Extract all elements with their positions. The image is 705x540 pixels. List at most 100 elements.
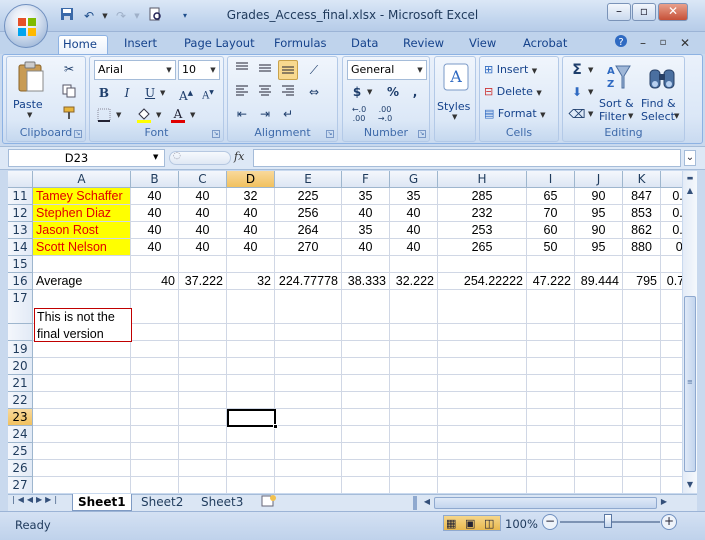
value-cell-f[interactable]: 38.333: [342, 273, 389, 289]
row-header-16[interactable]: 16: [8, 273, 33, 290]
orientation-icon[interactable]: ⟋: [304, 60, 324, 80]
row-header-22[interactable]: 22: [8, 392, 33, 409]
autosum-dropdown-icon[interactable]: ▼: [588, 66, 593, 74]
value-cell-d[interactable]: 40: [227, 205, 274, 221]
scroll-down-icon[interactable]: ▼: [683, 478, 697, 492]
sheet-tab-sheet1[interactable]: Sheet1: [72, 494, 132, 511]
align-bottom-icon[interactable]: [278, 60, 298, 80]
row-header-17[interactable]: 17: [8, 290, 33, 324]
column-header-i[interactable]: I: [527, 171, 575, 188]
zoom-level[interactable]: 100%: [505, 517, 538, 531]
value-cell-k[interactable]: 847: [623, 188, 660, 204]
value-cell-c[interactable]: 37.222: [179, 273, 226, 289]
column-header-c[interactable]: C: [179, 171, 227, 188]
align-top-icon[interactable]: [232, 60, 252, 80]
active-cell-border[interactable]: [227, 409, 276, 427]
expand-formula-bar-icon[interactable]: ⌄: [684, 150, 696, 166]
value-cell-f[interactable]: 40: [342, 205, 389, 221]
ribbon-minimize-icon[interactable]: –: [634, 34, 652, 52]
value-cell-i[interactable]: 47.222: [527, 273, 574, 289]
font-size-select[interactable]: 10 ▼: [178, 60, 220, 80]
value-cell-k[interactable]: 880: [623, 239, 660, 255]
split-box-icon[interactable]: ▬: [683, 171, 697, 185]
student-name-cell[interactable]: Scott Nelson: [33, 239, 130, 255]
zoom-in-icon[interactable]: +: [661, 514, 677, 530]
clipboard-launcher-icon[interactable]: ↘: [74, 130, 82, 138]
number-format-select[interactable]: General ▼: [347, 60, 427, 80]
row-header-23[interactable]: 23: [8, 409, 33, 426]
value-cell-d[interactable]: 32: [227, 188, 274, 204]
clear-dropdown-icon[interactable]: ▼: [588, 110, 593, 118]
cut-icon[interactable]: ✂: [59, 59, 79, 79]
row-header-14[interactable]: 14: [8, 239, 33, 256]
maximize-button[interactable]: ▫: [632, 3, 656, 21]
fill-color-icon[interactable]: [134, 105, 154, 125]
underline-dropdown-icon[interactable]: ▼: [160, 89, 165, 97]
value-cell-d[interactable]: 40: [227, 239, 274, 255]
value-cell-i[interactable]: 50: [527, 239, 574, 255]
styles-dropdown-icon[interactable]: ▼: [452, 113, 457, 121]
column-header-h[interactable]: H: [438, 171, 527, 188]
fill-handle[interactable]: [273, 424, 278, 429]
value-cell-b[interactable]: 40: [131, 273, 178, 289]
value-cell-h[interactable]: 265: [438, 239, 526, 255]
format-painter-icon[interactable]: [59, 103, 79, 123]
value-cell-c[interactable]: 40: [179, 188, 226, 204]
value-cell-h[interactable]: 253: [438, 222, 526, 238]
value-cell-i[interactable]: 70: [527, 205, 574, 221]
font-launcher-icon[interactable]: ↘: [212, 130, 220, 138]
value-cell-j[interactable]: 90: [575, 222, 622, 238]
value-cell-f[interactable]: 35: [342, 188, 389, 204]
value-cell-e[interactable]: 264: [275, 222, 341, 238]
value-cell-j[interactable]: 90: [575, 188, 622, 204]
save-icon[interactable]: [58, 7, 76, 25]
name-box-dropdown-icon[interactable]: ▼: [153, 153, 158, 161]
value-cell-e[interactable]: 270: [275, 239, 341, 255]
row-header-19[interactable]: 19: [8, 341, 33, 358]
select-all-corner[interactable]: [8, 171, 33, 188]
value-cell-h[interactable]: 285: [438, 188, 526, 204]
value-cell-k[interactable]: 853: [623, 205, 660, 221]
insert-function-icon[interactable]: fx: [234, 150, 244, 163]
help-icon[interactable]: ?: [612, 34, 630, 52]
row-header-12[interactable]: 12: [8, 205, 33, 222]
value-cell-b[interactable]: 40: [131, 222, 178, 238]
fill-dropdown-icon[interactable]: ▼: [588, 88, 593, 96]
first-sheet-icon[interactable]: |◀: [12, 495, 27, 504]
value-cell-d[interactable]: 32: [227, 273, 274, 289]
tab-data[interactable]: Data: [347, 35, 382, 54]
tab-split-handle[interactable]: [413, 496, 417, 510]
currency-icon[interactable]: $: [347, 82, 367, 102]
row-header-18[interactable]: 18: [8, 324, 33, 356]
borders-dropdown-icon[interactable]: ▼: [116, 111, 121, 119]
row-header-27[interactable]: 27: [8, 477, 33, 493]
column-header-d[interactable]: D: [227, 171, 275, 188]
tab-formulas[interactable]: Formulas: [270, 35, 331, 54]
alignment-launcher-icon[interactable]: ↘: [326, 130, 334, 138]
column-header-g[interactable]: G: [390, 171, 438, 188]
font-name-select[interactable]: Arial ▼: [94, 60, 176, 80]
prev-sheet-icon[interactable]: ◀: [27, 495, 36, 504]
paste-button[interactable]: Paste ▼: [11, 59, 51, 119]
value-cell-l[interactable]: 0.84: [661, 188, 682, 204]
zoom-slider-thumb[interactable]: [604, 514, 612, 528]
merge-center-icon[interactable]: ⇔: [304, 82, 324, 102]
value-cell-j[interactable]: 95: [575, 205, 622, 221]
fill-icon[interactable]: ⬇: [567, 82, 587, 102]
value-cell-g[interactable]: 40: [390, 239, 437, 255]
delete-cells-button[interactable]: ⊟ Delete ▼: [484, 84, 542, 101]
workbook-close-icon[interactable]: ✕: [676, 34, 694, 52]
tab-page-layout[interactable]: Page Layout: [180, 35, 259, 54]
tab-review[interactable]: Review: [399, 35, 448, 54]
value-cell-k[interactable]: 795: [623, 273, 660, 289]
wrap-text-icon[interactable]: ↵: [278, 104, 298, 124]
value-cell-h[interactable]: 232: [438, 205, 526, 221]
sheet-tab-sheet2[interactable]: Sheet2: [136, 494, 188, 511]
value-cell-i[interactable]: 65: [527, 188, 574, 204]
grow-font-icon[interactable]: A▲: [176, 83, 196, 103]
page-layout-view-icon[interactable]: ▣: [465, 517, 475, 530]
student-name-cell[interactable]: Average: [33, 273, 130, 289]
value-cell-l[interactable]: 0.8: [661, 239, 682, 255]
value-cell-c[interactable]: 40: [179, 239, 226, 255]
row-header-13[interactable]: 13: [8, 222, 33, 239]
